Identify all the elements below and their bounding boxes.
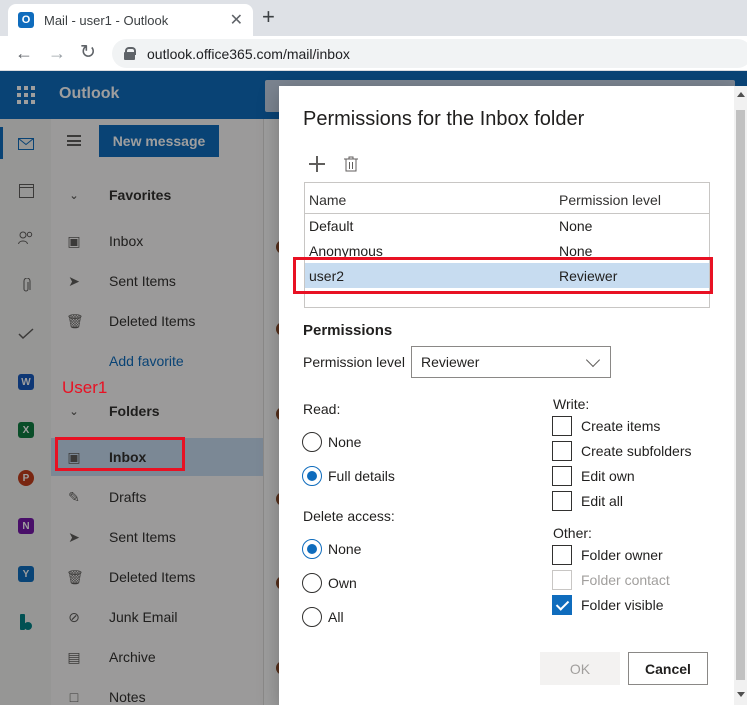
user2-highlight-box [293,257,713,294]
dialog-title: Permissions for the Inbox folder [303,108,585,130]
column-header-level[interactable]: Permission level [559,192,661,208]
create-subfolders-checkbox[interactable]: Create subfolders [552,441,692,461]
browser-tab[interactable]: O Mail - user1 - Outlook ✕ [8,4,253,36]
scroll-up-icon[interactable] [737,92,745,97]
url-text: outlook.office365.com/mail/inbox [147,45,350,62]
browser-toolbar: ← → ↻ outlook.office365.com/mail/inbox [0,36,747,71]
cancel-button[interactable]: Cancel [628,652,708,685]
scroll-down-icon[interactable] [737,692,745,697]
delete-access-label: Delete access: [303,508,395,524]
folder-visible-checkbox[interactable]: Folder visible [552,595,663,615]
read-label: Read: [303,401,341,417]
write-label: Write: [553,396,590,412]
folder-contact-checkbox: Folder contact [552,570,670,590]
table-header: Name Permission level [305,187,709,214]
edit-own-checkbox[interactable]: Edit own [552,466,635,486]
permission-level-dropdown[interactable]: Reviewer [411,346,611,378]
permissions-heading: Permissions [303,322,393,339]
address-bar[interactable]: outlook.office365.com/mail/inbox [112,39,747,68]
table-row[interactable]: Default None [305,213,709,238]
other-label: Other: [553,525,592,541]
chevron-down-icon [585,352,601,368]
permission-level-label: Permission level [303,354,405,370]
page-scrollbar[interactable] [734,86,747,705]
new-tab-icon[interactable]: + [262,5,275,29]
browser-tab-bar: O Mail - user1 - Outlook ✕ + [0,0,747,36]
create-items-checkbox[interactable]: Create items [552,416,660,436]
ok-button[interactable]: OK [540,652,620,685]
delete-own-radio[interactable]: Own [302,573,357,593]
trash-icon[interactable] [344,156,358,172]
back-icon[interactable]: ← [15,41,33,65]
read-full-details-radio[interactable]: Full details [302,466,395,486]
reload-icon[interactable]: ↻ [80,41,96,65]
permissions-dialog: Permissions for the Inbox folder Name Pe… [279,86,734,705]
outlook-favicon-icon: O [18,12,34,28]
delete-all-radio[interactable]: All [302,607,344,627]
delete-none-radio[interactable]: None [302,539,361,559]
close-tab-icon[interactable]: ✕ [230,10,243,30]
scroll-thumb[interactable] [736,110,745,680]
forward-icon[interactable]: → [48,41,66,65]
folder-owner-checkbox[interactable]: Folder owner [552,545,663,565]
edit-all-checkbox[interactable]: Edit all [552,491,623,511]
tab-title: Mail - user1 - Outlook [44,12,169,28]
user1-annotation-label: User1 [62,378,108,397]
column-header-name[interactable]: Name [309,192,346,208]
inbox-highlight-box [55,437,185,471]
lock-icon [124,47,136,60]
read-none-radio[interactable]: None [302,432,361,452]
add-icon[interactable] [309,156,325,172]
